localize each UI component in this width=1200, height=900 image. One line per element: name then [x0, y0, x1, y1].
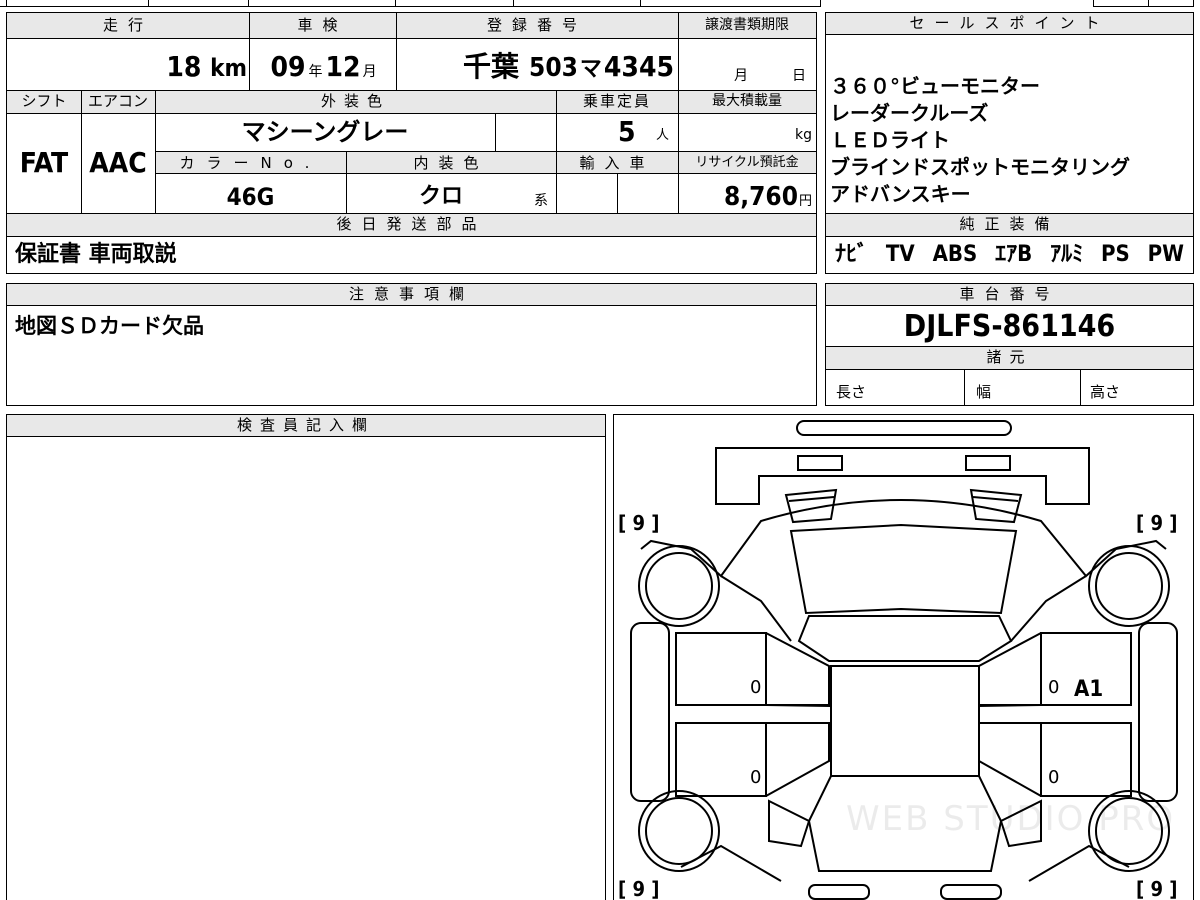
inspector-label: 検査員記入欄 [7, 415, 605, 437]
equipment-item: ﾅﾋﾞ [834, 242, 868, 267]
interior-color-suffix: 系 [534, 193, 548, 209]
specs-label: 諸元 [986, 348, 1033, 366]
equipment-item: ABS [932, 242, 978, 267]
car-damage-diagram: WEB STUDIO PRO [ 9 ] [ 9 ] [ 9 ] [ 9 ] 0… [613, 414, 1194, 900]
sales-point-item: ブラインドスポットモニタリング [830, 155, 1130, 179]
recycle-fee-label: リサイクル預託金 [695, 155, 799, 170]
equipment-item: PW [1147, 242, 1184, 267]
mileage-value: 18 km [166, 50, 247, 83]
damage-code-front-right-door: A1 [1074, 677, 1104, 702]
tire-tread-front-left: [ 9 ] [618, 511, 660, 535]
mileage-label: 走行 [102, 16, 153, 34]
max-load-label: 最大積載量 [712, 93, 782, 109]
color-no-label: カラーNo. [179, 154, 322, 172]
sales-point-item: ＬＥＤライト [830, 128, 950, 152]
color-no-value: 46G [226, 183, 275, 211]
exterior-color-label: 外装色 [320, 92, 390, 110]
equipment-item: ｴｱB [995, 242, 1033, 267]
sales-point-item: アドバンスキー [830, 182, 971, 206]
interior-color-value: クロ [418, 184, 463, 209]
chassis-number: DJLFS-861146 [903, 309, 1116, 344]
inspection-date: 09 年 12 月 [270, 50, 377, 83]
max-load-unit: kg [795, 127, 812, 143]
top-cut-strip [0, 0, 1200, 7]
tire-tread-rear-left: [ 9 ] [618, 877, 660, 900]
tire-tread-rear-right: [ 9 ] [1136, 877, 1178, 900]
notes-label: 注意事項欄 [7, 284, 816, 306]
equipment-item: PS [1101, 242, 1130, 267]
tire-tread-front-right: [ 9 ] [1136, 511, 1178, 535]
sales-points-box: セールスポイント ３６０°ビューモニター レーダークルーズ ＬＥＤライト ブライ… [825, 12, 1194, 274]
equipment-list: ﾅﾋﾞ TV ABS ｴｱB ｱﾙﾐ PS PW [826, 239, 1193, 271]
sales-points-list: ３６０°ビューモニター レーダークルーズ ＬＥＤライト ブラインドスポットモニタ… [830, 73, 1130, 208]
length-label: 長さ [836, 383, 867, 401]
sales-points-label: セールスポイント [826, 13, 1193, 35]
chassis-box: 車台番号 DJLFS-861146 諸元 長さ 幅 高さ [825, 283, 1194, 406]
chassis-label: 車台番号 [826, 284, 1193, 306]
license-plate: 千葉 503マ4345 [463, 50, 674, 83]
door-mark-front-right: 0 [1048, 677, 1060, 698]
door-mark-front-left: 0 [750, 677, 762, 698]
inspection-label: 車検 [297, 16, 348, 34]
aircon-value: AAC [89, 146, 147, 179]
interior-color-label: 内装色 [413, 154, 489, 172]
notes-value: 地図ＳＤカード欠品 [15, 314, 204, 338]
sales-point-item: レーダークルーズ [830, 101, 989, 125]
width-label: 幅 [976, 383, 992, 401]
exterior-color-value: マシーングレー [241, 118, 409, 146]
shift-label: シフト [21, 92, 67, 110]
import-label: 輸入車 [579, 154, 655, 172]
height-label: 高さ [1090, 383, 1121, 401]
later-parts-label: 後日発送部品 [336, 215, 487, 233]
equipment-item: TV [885, 242, 915, 267]
registration-label: 登録番号 [486, 16, 587, 34]
sales-point-item: ３６０°ビューモニター [830, 74, 1040, 98]
shift-value: FAT [19, 146, 69, 179]
later-parts-value: 保証書 車両取説 [15, 242, 177, 267]
equipment-item: ｱﾙﾐ [1050, 242, 1084, 267]
inspector-box: 検査員記入欄 [6, 414, 606, 900]
notes-box: 注意事項欄 地図ＳＤカード欠品 [6, 283, 817, 406]
door-mark-rear-left: 0 [750, 767, 762, 788]
equipment-label: 純正装備 [959, 215, 1060, 233]
capacity-label: 乗車定員 [582, 92, 651, 110]
door-mark-rear-right: 0 [1048, 767, 1060, 788]
vehicle-info-table: 走行 車検 登録番号 譲渡書類期限 18 km 09 年 12 月 千葉 503マ434… [6, 12, 817, 274]
transfer-deadline-label: 譲渡書類期限 [705, 17, 789, 33]
aircon-label: エアコン [87, 92, 148, 110]
watermark: WEB STUDIO PRO [846, 799, 1176, 839]
